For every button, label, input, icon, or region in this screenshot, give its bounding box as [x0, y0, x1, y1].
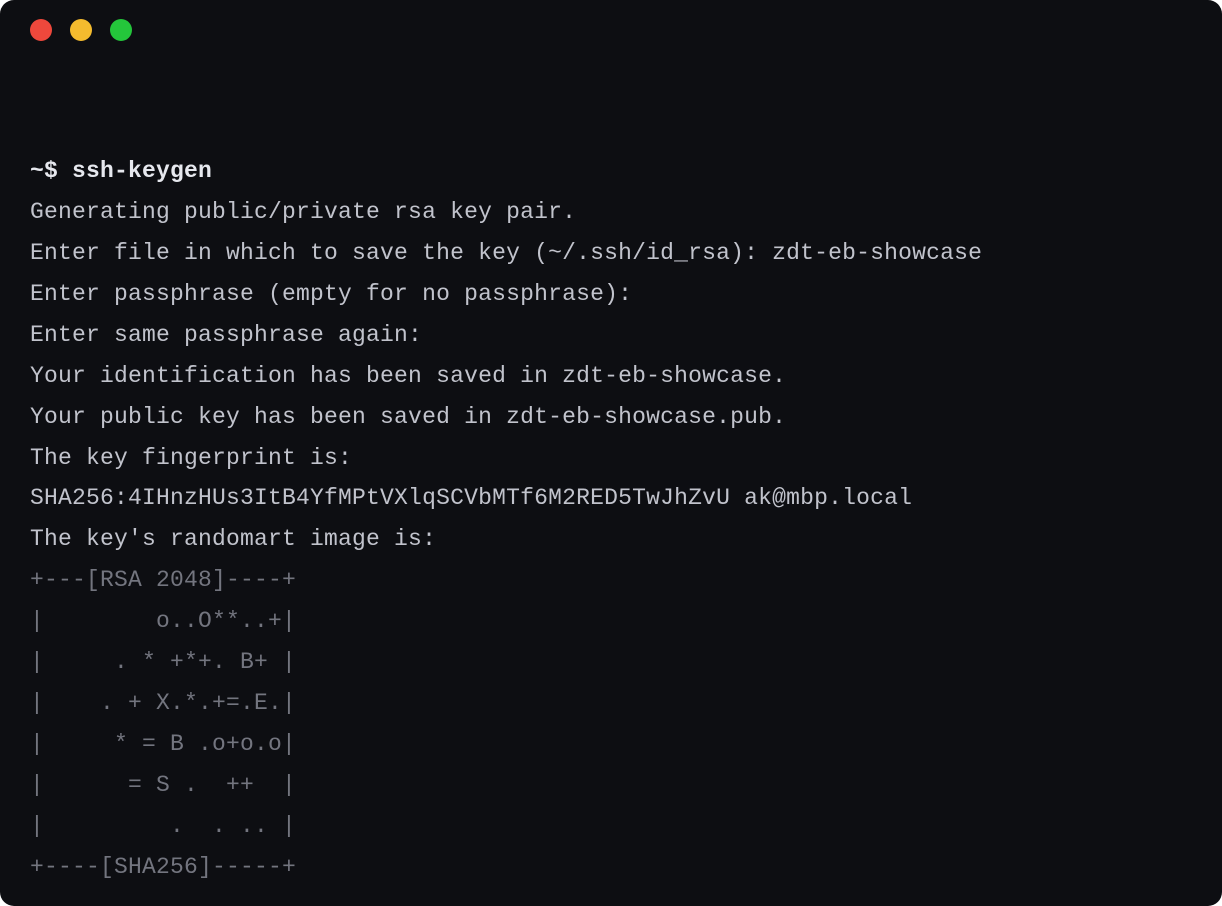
randomart-line: | . * +*+. B+ |	[30, 649, 296, 675]
output-line: SHA256:4IHnzHUs3ItB4YfMPtVXlqSCVbMTf6M2R…	[30, 485, 912, 511]
output-line: Enter same passphrase again:	[30, 322, 422, 348]
randomart-line: | o..O**..+|	[30, 608, 296, 634]
output-line: The key's randomart image is:	[30, 526, 436, 552]
randomart-line: +---[RSA 2048]----+	[30, 567, 296, 593]
randomart-line: | . + X.*.+=.E.|	[30, 690, 296, 716]
randomart-line: | = S . ++ |	[30, 772, 296, 798]
output-line: Generating public/private rsa key pair.	[30, 199, 576, 225]
randomart-line: | * = B .o+o.o|	[30, 731, 296, 757]
minimize-icon[interactable]	[70, 19, 92, 41]
output-line: The key fingerprint is:	[30, 445, 352, 471]
output-line: Enter passphrase (empty for no passphras…	[30, 281, 632, 307]
close-icon[interactable]	[30, 19, 52, 41]
prompt-line: ~$ ssh-keygen	[30, 158, 212, 184]
terminal-window: ~$ ssh-keygen Generating public/private …	[0, 0, 1222, 906]
output-line: Your identification has been saved in zd…	[30, 363, 786, 389]
output-line: Your public key has been saved in zdt-eb…	[30, 404, 786, 430]
zoom-icon[interactable]	[110, 19, 132, 41]
randomart-line: +----[SHA256]-----+	[30, 854, 296, 880]
titlebar	[0, 0, 1222, 60]
terminal-body[interactable]: ~$ ssh-keygen Generating public/private …	[0, 60, 1222, 906]
randomart-line: | . . .. |	[30, 813, 296, 839]
output-line: Enter file in which to save the key (~/.…	[30, 240, 982, 266]
